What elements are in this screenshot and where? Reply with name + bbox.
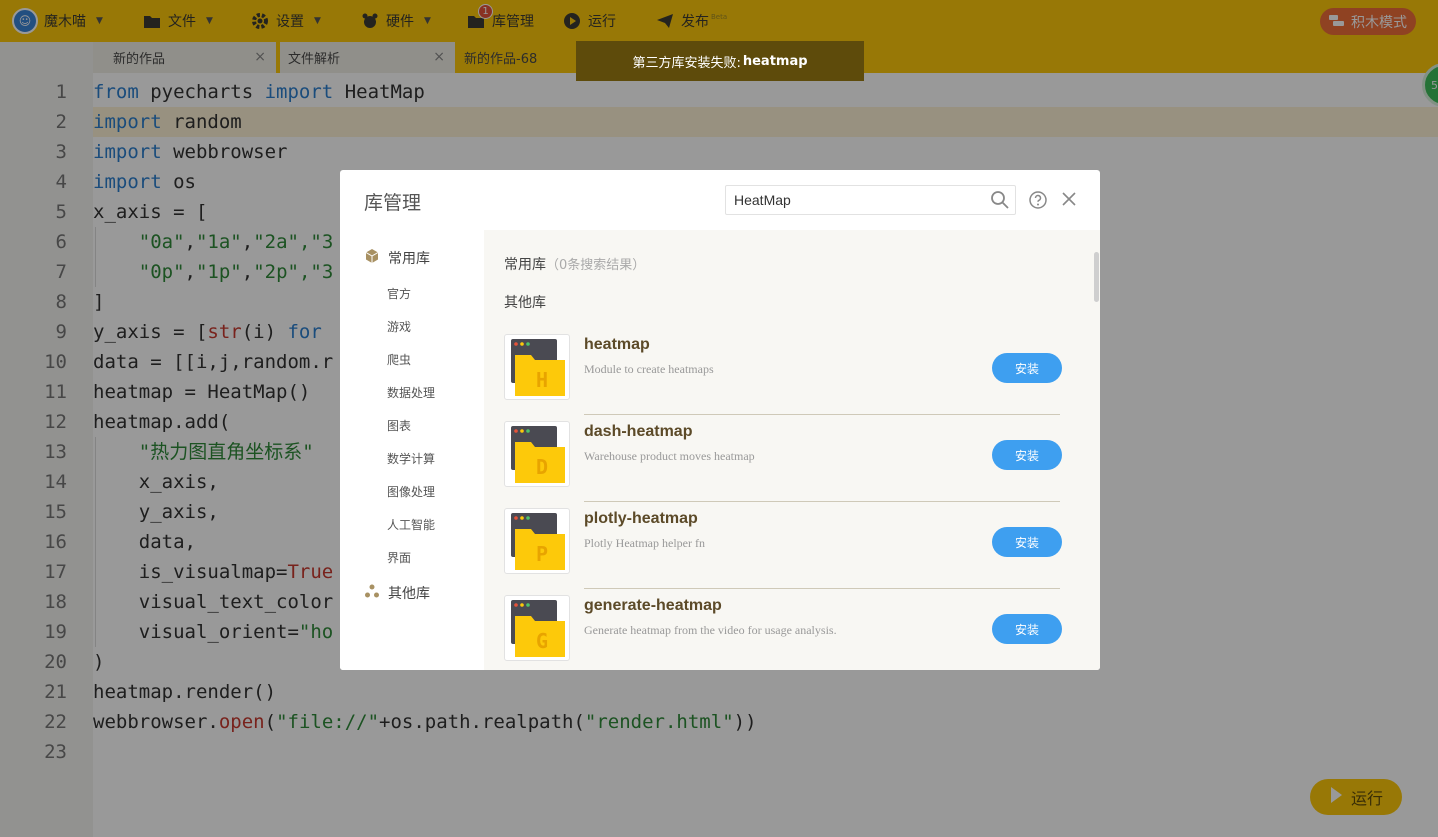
sidebar-item-ui[interactable]: 界面 xyxy=(387,549,411,566)
sidebar-item-math[interactable]: 数学计算 xyxy=(387,450,435,467)
package-description: Plotly Heatmap helper fn xyxy=(584,536,705,550)
other-section-title: 其他库 xyxy=(504,295,546,311)
sidebar-item-charts[interactable]: 图表 xyxy=(387,417,411,434)
error-toast: 第三方库安装失败: heatmap xyxy=(576,41,864,81)
install-button[interactable]: 安装 xyxy=(992,614,1062,644)
scrollbar[interactable] xyxy=(1094,252,1099,302)
package-item: Hheatmap Module to create heatmaps 安装 xyxy=(504,328,1062,415)
package-letter: H xyxy=(536,368,548,392)
sidebar-item-image-processing[interactable]: 图像处理 xyxy=(387,483,435,500)
library-manager-dialog: 库管理 常用库 官方 游戏 爬虫 数据处理 图表 数学计算 图像处理 人工智能 … xyxy=(340,170,1100,670)
package-name: heatmap xyxy=(584,336,650,353)
package-item: Ddash-heatmap Warehouse product moves hea… xyxy=(504,415,1062,502)
sidebar-item-ai[interactable]: 人工智能 xyxy=(387,516,435,533)
library-results: 常用库（0条搜索结果） 其他库 Hheatmap Module to create… xyxy=(484,230,1100,670)
dialog-title: 库管理 xyxy=(364,192,422,214)
toast-package: heatmap xyxy=(742,53,808,69)
package-folder-icon: D xyxy=(504,421,570,487)
package-name: plotly-heatmap xyxy=(584,510,698,527)
sidebar-item-official[interactable]: 官方 xyxy=(387,285,411,302)
library-search-input[interactable] xyxy=(725,185,1016,215)
package-folder-icon: H xyxy=(504,334,570,400)
library-sidebar: 常用库 官方 游戏 爬虫 数据处理 图表 数学计算 图像处理 人工智能 界面 其… xyxy=(340,230,484,670)
sidebar-item-data-processing[interactable]: 数据处理 xyxy=(387,384,435,401)
dots-icon xyxy=(364,583,380,603)
package-letter: G xyxy=(536,629,548,653)
package-name: dash-heatmap xyxy=(584,423,693,440)
close-icon[interactable] xyxy=(1060,190,1078,208)
common-section-title: 常用库（0条搜索结果） xyxy=(504,254,645,274)
sidebar-item-other[interactable]: 其他库 xyxy=(364,583,430,603)
cube-icon xyxy=(364,248,380,268)
sidebar-item-crawler[interactable]: 爬虫 xyxy=(387,351,411,368)
package-description: Generate heatmap from the video for usag… xyxy=(584,623,837,637)
package-letter: D xyxy=(536,455,548,479)
package-name: generate-heatmap xyxy=(584,597,722,614)
common-title-text: 常用库 xyxy=(504,257,546,273)
install-button[interactable]: 安装 xyxy=(992,527,1062,557)
package-description: Module to create heatmaps xyxy=(584,362,714,376)
package-item: Pplotly-heatmap Plotly Heatmap helper fn 安… xyxy=(504,502,1062,589)
sidebar-item-label: 常用库 xyxy=(388,251,430,267)
sidebar-item-games[interactable]: 游戏 xyxy=(387,318,411,335)
search-icon[interactable] xyxy=(990,190,1010,210)
toast-text: 第三方库安装失败: xyxy=(632,55,741,71)
package-description: Warehouse product moves heatmap xyxy=(584,449,755,463)
package-item: Ggenerate-heatmap Generate heatmap from t… xyxy=(504,589,1062,670)
sidebar-item-common[interactable]: 常用库 xyxy=(364,248,430,268)
install-button[interactable]: 安装 xyxy=(992,353,1062,383)
package-folder-icon: G xyxy=(504,595,570,661)
help-icon[interactable] xyxy=(1028,190,1048,210)
result-count: （0条搜索结果） xyxy=(546,258,646,273)
package-letter: P xyxy=(536,542,548,566)
install-button[interactable]: 安装 xyxy=(992,440,1062,470)
sidebar-item-label: 其他库 xyxy=(388,586,430,602)
package-folder-icon: P xyxy=(504,508,570,574)
